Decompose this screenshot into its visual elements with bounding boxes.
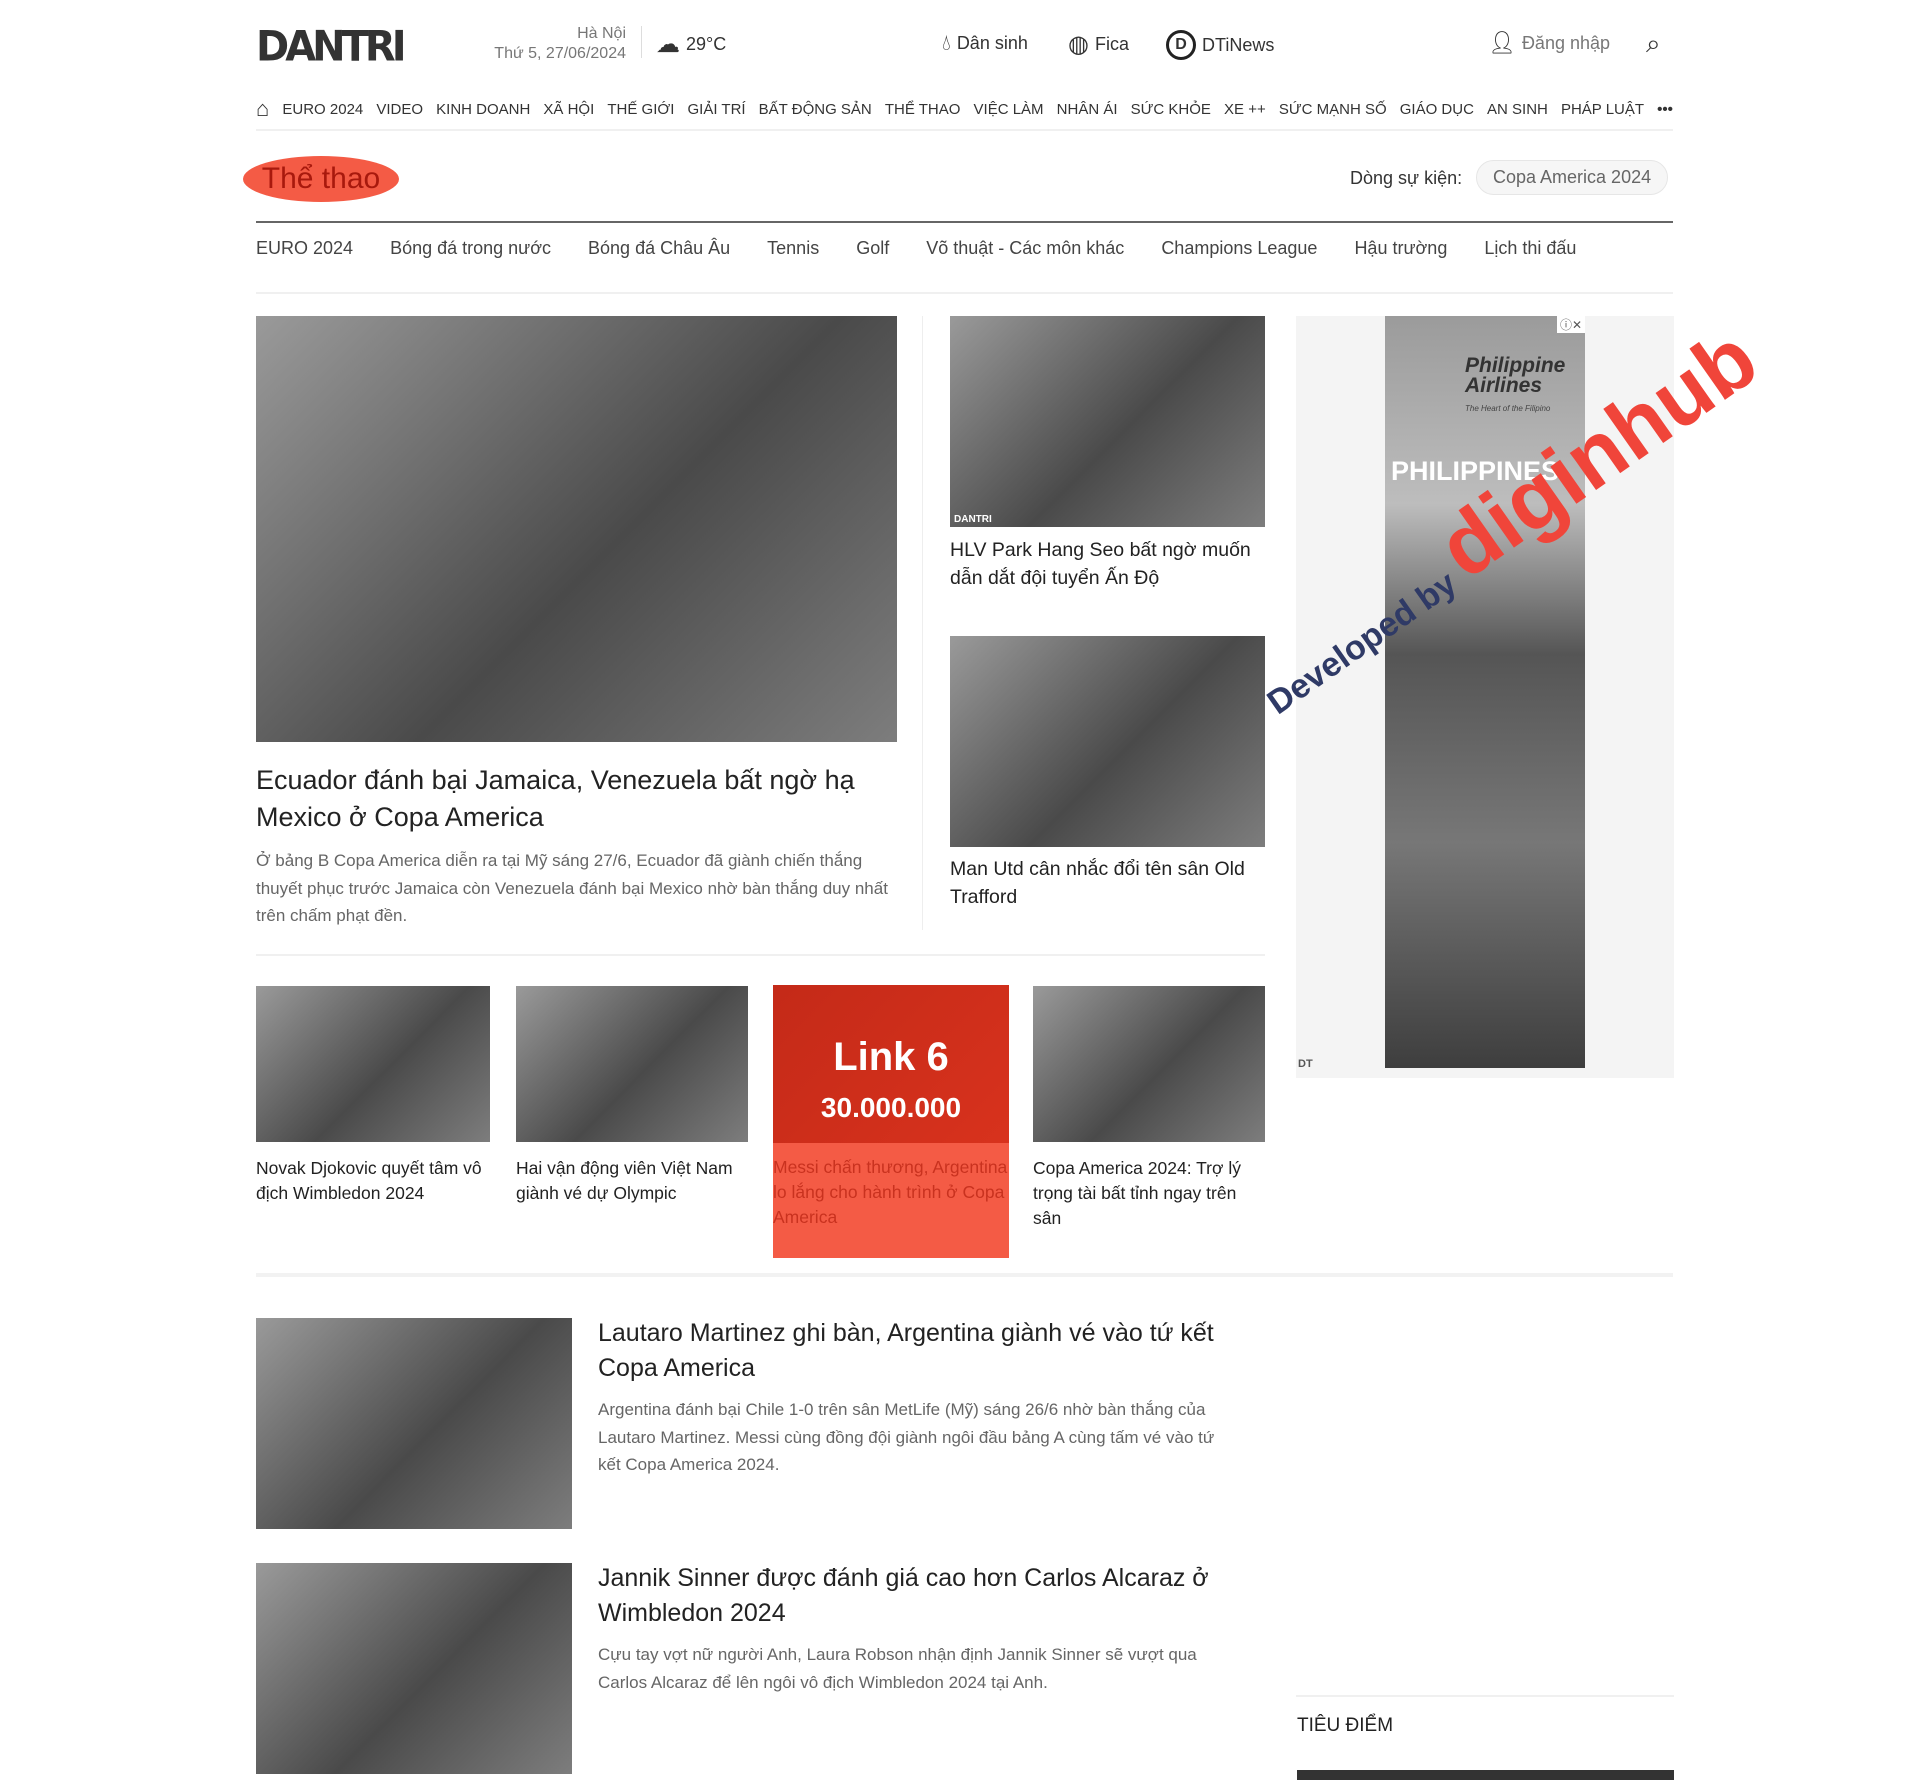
subnav-item[interactable]: Champions League: [1161, 238, 1317, 259]
d-logo-icon: D: [1166, 30, 1196, 60]
nav-item[interactable]: THỂ THAO: [885, 101, 961, 118]
nav-item[interactable]: SỨC KHỎE: [1131, 101, 1211, 118]
nav-item[interactable]: XÃ HỘI: [543, 101, 594, 118]
focus-title: TIÊU ĐIỂM: [1297, 1715, 1394, 1736]
date: Thứ 5, 27/06/2024: [494, 45, 626, 62]
grid-title[interactable]: Novak Djokovic quyết tâm vô địch Wimbled…: [256, 1156, 490, 1206]
nav-item[interactable]: VIDEO: [376, 101, 423, 118]
nav-item[interactable]: BẤT ĐỘNG SẢN: [759, 101, 872, 118]
divider: [922, 316, 923, 930]
grid-title[interactable]: Messi chấn thương, Argentina lo lắng cho…: [773, 1143, 1009, 1230]
cloud-icon: ☁: [656, 31, 680, 58]
subnav-item[interactable]: Bóng đá Châu Âu: [588, 238, 730, 259]
subnav-item[interactable]: Lịch thi đấu: [1484, 238, 1576, 259]
promo-image: Link 6 30.000.000: [773, 985, 1009, 1143]
divider: [641, 26, 642, 58]
nav-item[interactable]: PHÁP LUẬT: [1561, 101, 1644, 118]
grid-image[interactable]: [256, 986, 490, 1142]
link-dtinews[interactable]: D DTiNews: [1166, 30, 1274, 60]
ad-badge: DT: [1298, 1058, 1313, 1070]
user-icon: 👤︎: [1488, 30, 1516, 55]
divider: [256, 129, 1673, 131]
grid-image[interactable]: [516, 986, 748, 1142]
nav-item[interactable]: SỨC MẠNH SỐ: [1279, 101, 1387, 118]
nav-item[interactable]: EURO 2024: [282, 101, 363, 118]
event-label: Dòng sự kiện:: [1350, 168, 1463, 188]
link-fica[interactable]: ◍ Fica: [1068, 30, 1129, 59]
city: Hà Nội: [577, 25, 626, 42]
category-title[interactable]: Thể thao: [243, 156, 399, 202]
promo-title: Link 6: [833, 1034, 949, 1079]
nav-item[interactable]: THẾ GIỚI: [607, 101, 674, 118]
main-nav: ⌂ EURO 2024 VIDEO KINH DOANH XÃ HỘI THẾ GIỚI…: [256, 96, 1673, 122]
featured-title[interactable]: Ecuador đánh bại Jamaica, Venezuela bất …: [256, 762, 897, 836]
subnav-item[interactable]: Golf: [856, 238, 889, 259]
side-article-image[interactable]: DANTRI: [950, 316, 1265, 527]
drop-icon: 💧︎: [942, 30, 951, 55]
divider: [256, 1273, 1673, 1277]
dantri-logo[interactable]: DANTRI: [256, 23, 407, 71]
nav-item[interactable]: AN SINH: [1487, 101, 1548, 118]
link-label: Fica: [1094, 34, 1129, 54]
weather: ☁ 29°C: [656, 30, 726, 59]
nav-item[interactable]: KINH DOANH: [436, 101, 530, 118]
ad-tagline: The Heart of the Filipino: [1465, 404, 1551, 413]
featured-image[interactable]: [256, 316, 897, 742]
nav-item[interactable]: GIÁO DỤC: [1400, 101, 1474, 118]
list-description: Cựu tay vợt nữ người Anh, Laura Robson n…: [598, 1645, 1197, 1692]
featured-description: Ở bảng B Copa America diễn ra tại Mỹ sán…: [256, 851, 888, 925]
nav-item[interactable]: XE ++: [1224, 101, 1266, 118]
login-label: Đăng nhập: [1521, 32, 1611, 53]
side-article-image[interactable]: [950, 636, 1265, 847]
event-tag[interactable]: Copa America 2024: [1476, 160, 1669, 195]
list-description: Argentina đánh bại Chile 1-0 trên sân Me…: [598, 1400, 1215, 1474]
location-date: Hà Nội Thứ 5, 27/06/2024: [470, 24, 626, 64]
side-article-title[interactable]: Man Utd cân nhắc đổi tên sân Old Traffor…: [950, 855, 1265, 911]
list-image[interactable]: [256, 1563, 572, 1774]
home-icon[interactable]: ⌂: [256, 96, 269, 122]
grid-title[interactable]: Copa America 2024: Trợ lý trọng tài bất …: [1033, 1156, 1265, 1231]
divider: [256, 292, 1673, 294]
subnav-item[interactable]: Tennis: [767, 238, 819, 259]
subnav-item[interactable]: Võ thuật - Các môn khác: [926, 238, 1124, 259]
promo-price: 30.000.000: [820, 1091, 962, 1123]
globe-icon: ◍: [1068, 31, 1089, 58]
link-label: DTiNews: [1202, 34, 1275, 55]
divider: [256, 954, 1265, 956]
focus-image[interactable]: [1297, 1770, 1674, 1780]
list-title[interactable]: Lautaro Martinez ghi bàn, Argentina giàn…: [598, 1316, 1218, 1386]
list-image[interactable]: [256, 1318, 572, 1529]
promo-card[interactable]: Link 6 30.000.000 Messi chấn thương, Arg…: [773, 985, 1009, 1258]
side-article-title[interactable]: HLV Park Hang Seo bất ngờ muốn dẫn dắt đ…: [950, 536, 1265, 592]
grid-image[interactable]: [1033, 986, 1265, 1142]
subnav-item[interactable]: EURO 2024: [256, 238, 353, 259]
login-button[interactable]: 👤︎ Đăng nhập: [1488, 30, 1610, 56]
more-icon[interactable]: •••: [1657, 101, 1673, 118]
nav-item[interactable]: GIẢI TRÍ: [688, 101, 746, 118]
list-title[interactable]: Jannik Sinner được đánh giá cao hơn Carl…: [598, 1561, 1218, 1631]
category-subnav: EURO 2024 Bóng đá trong nước Bóng đá Châu …: [256, 238, 1576, 259]
nav-item[interactable]: NHÂN ÁI: [1057, 101, 1118, 118]
grid-title[interactable]: Hai vận động viên Việt Nam giành vé dự O…: [516, 1156, 748, 1206]
link-label: Dân sinh: [956, 32, 1028, 53]
ad-info-close[interactable]: ⓘ✕: [1556, 316, 1585, 333]
divider: [1296, 1695, 1674, 1697]
subnav-item[interactable]: Hậu trường: [1354, 238, 1447, 259]
ad-brand: Philippine Airlines: [1465, 354, 1566, 397]
search-icon[interactable]: ⌕: [1646, 28, 1661, 60]
subnav-item[interactable]: Bóng đá trong nước: [390, 238, 551, 259]
temperature: 29°C: [686, 34, 727, 54]
image-watermark: DANTRI: [954, 514, 992, 525]
nav-item[interactable]: VIỆC LÀM: [974, 101, 1044, 118]
divider: [256, 221, 1673, 223]
link-dan-sinh[interactable]: 💧︎ Dân sinh: [942, 30, 1028, 56]
